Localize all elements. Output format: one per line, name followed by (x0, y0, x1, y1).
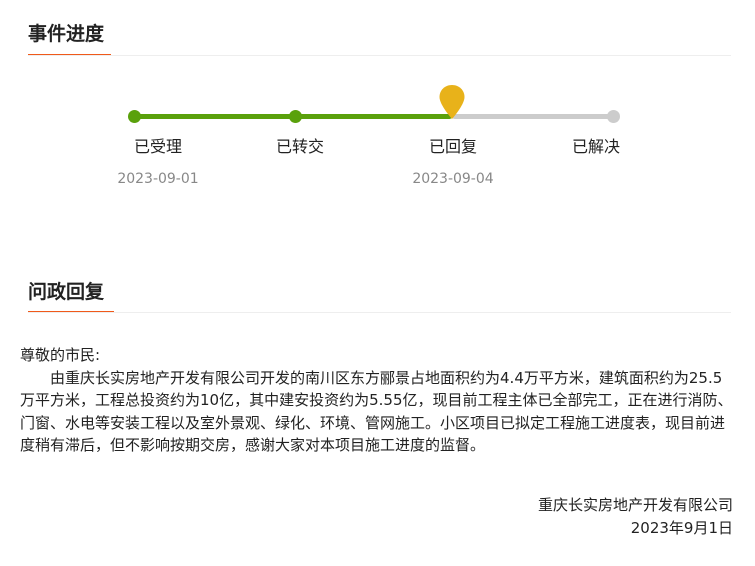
reply-title-divider (28, 312, 731, 313)
reply-greeting: 尊敬的市民: (20, 346, 101, 364)
step-label-transferred: 已转交 (275, 137, 324, 156)
step-label-accepted: 已受理 (133, 137, 182, 156)
signature-organization: 重庆长实房地产开发有限公司 (537, 496, 733, 514)
signature-date: 2023年9月1日 (630, 519, 733, 537)
progress-section-title: 事件进度 (28, 23, 105, 45)
current-step-marker-icon (439, 85, 465, 119)
progress-title-divider (28, 55, 731, 56)
step-dot-resolved (607, 110, 620, 123)
reply-signature: 重庆长实房地产开发有限公司 2023年9月1日 (538, 494, 733, 540)
step-label-replied: 已回复 (428, 137, 477, 156)
progress-track-pending (452, 114, 614, 119)
reply-body-text: 由重庆长实房地产开发有限公司开发的南川区东方郦景占地面积约为4.4万平方米，建筑… (20, 368, 733, 455)
step-dot-accepted (128, 110, 141, 123)
step-dot-transferred (289, 110, 302, 123)
reply-content: 尊敬的市民: 由重庆长实房地产开发有限公司开发的南川区东方郦景占地面积约为4.4… (20, 344, 736, 457)
reply-section-title: 问政回复 (28, 281, 105, 303)
step-label-resolved: 已解决 (571, 137, 620, 156)
step-date-accepted: 2023-09-01 (117, 171, 199, 187)
step-date-replied: 2023-09-04 (412, 171, 494, 187)
